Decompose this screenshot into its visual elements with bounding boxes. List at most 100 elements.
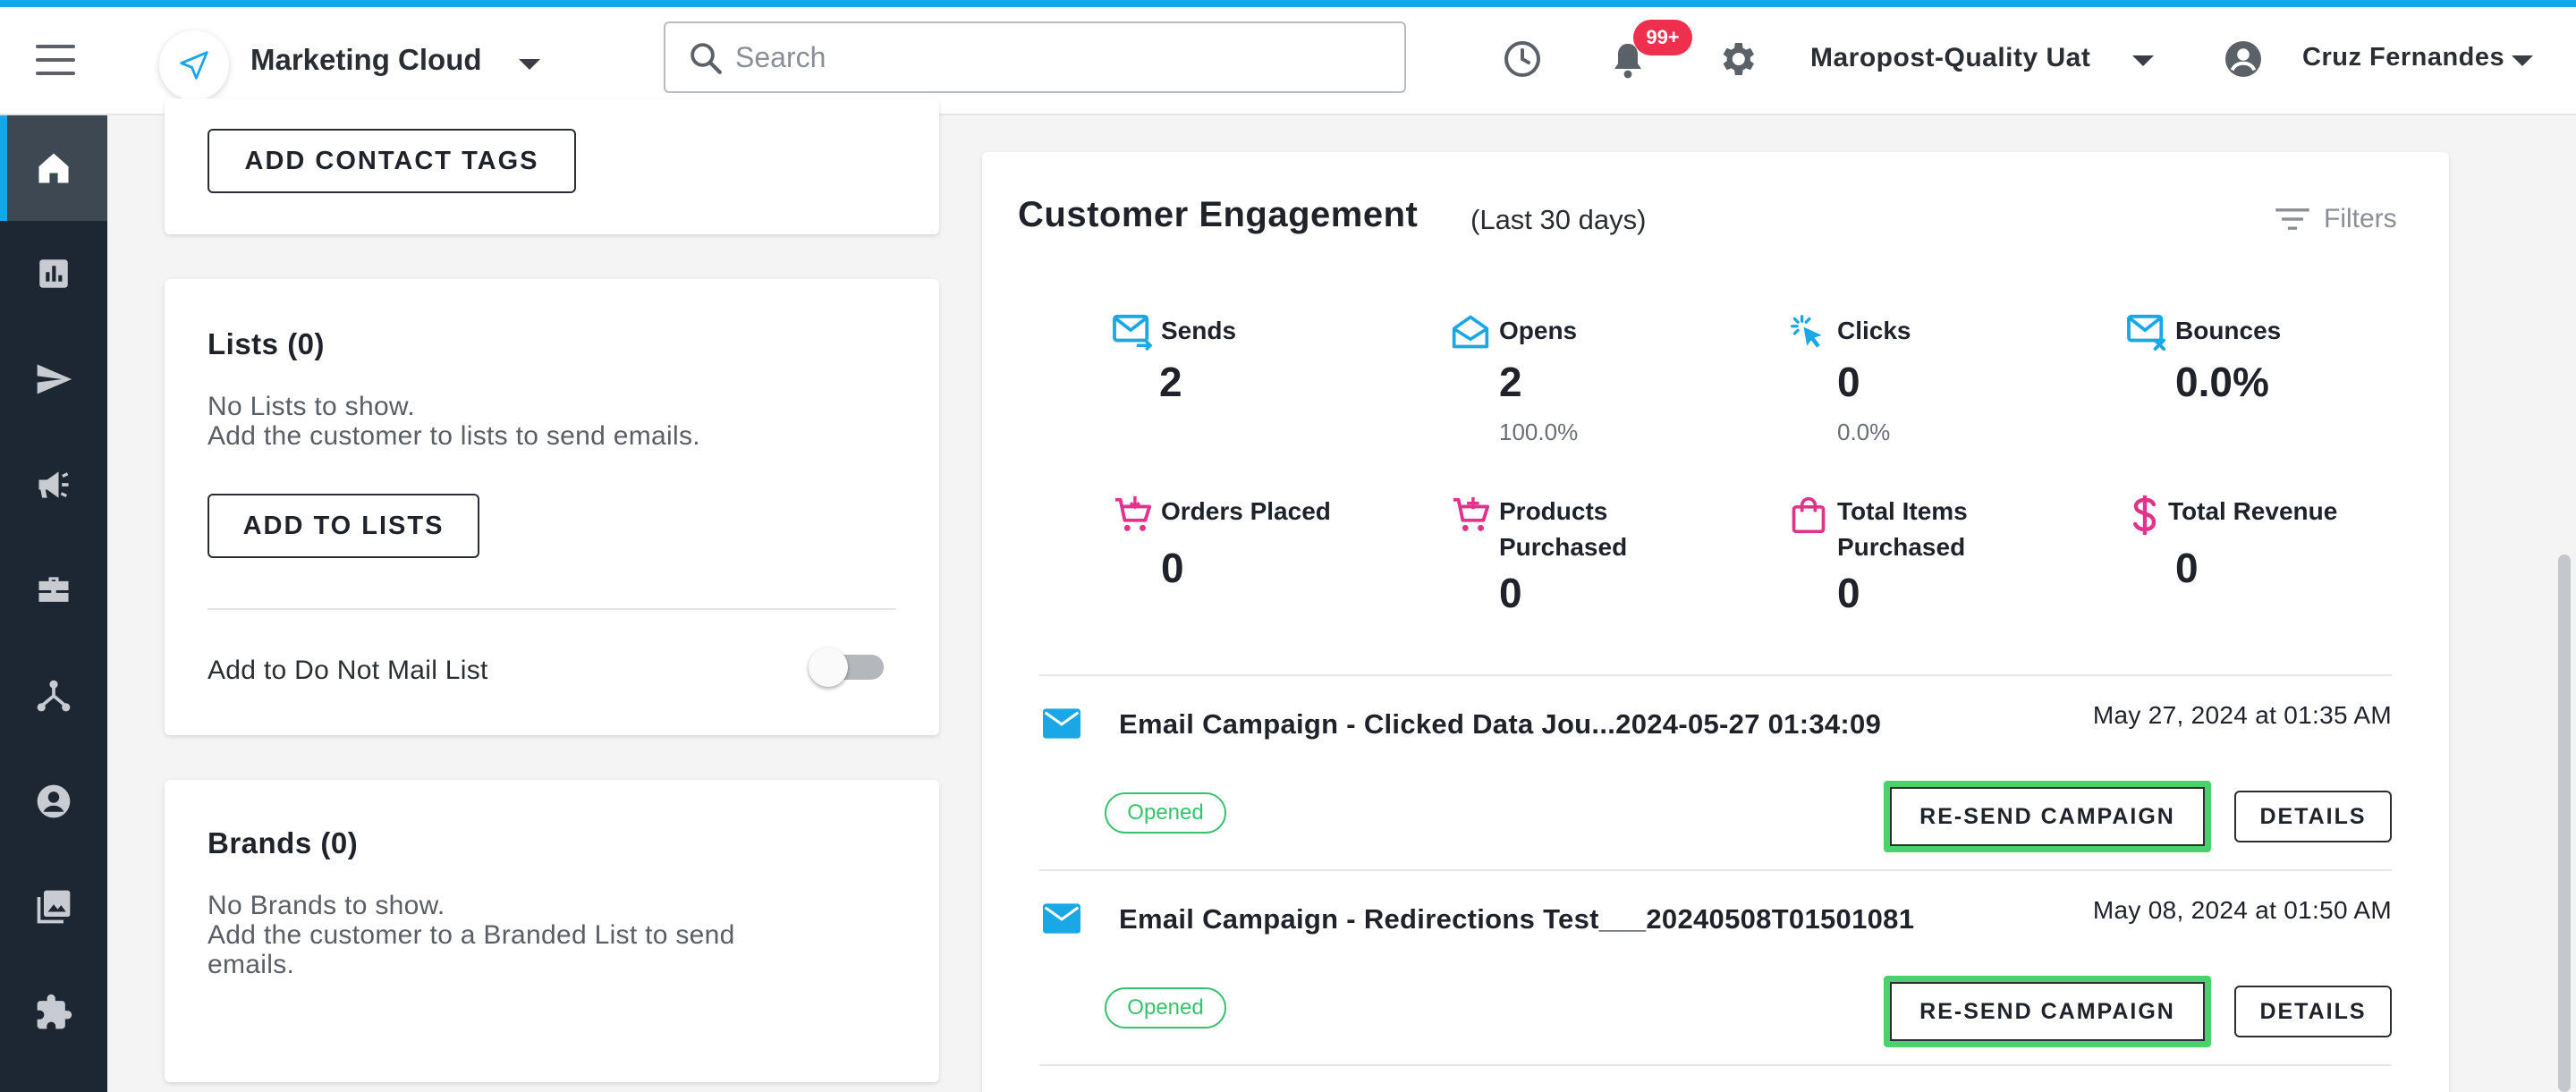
send-icon bbox=[37, 364, 72, 394]
metric-bounces-label: Bounces bbox=[2175, 317, 2282, 344]
resend-highlight: RE-SEND CAMPAIGN bbox=[1884, 781, 2211, 852]
do-not-mail-toggle-knob[interactable] bbox=[809, 648, 848, 687]
do-not-mail-label: Add to Do Not Mail List bbox=[208, 656, 488, 685]
metric-sends: Sends 2 bbox=[1113, 313, 1417, 456]
brands-empty-hint-continued: emails. bbox=[208, 950, 295, 979]
metric-clicks-label: Clicks bbox=[1837, 317, 1911, 344]
add-to-lists-button[interactable]: ADD TO LISTS bbox=[208, 494, 479, 558]
notification-count-badge[interactable]: 99+ bbox=[1633, 20, 1692, 55]
resend-campaign-button[interactable]: RE-SEND CAMPAIGN bbox=[1890, 787, 2205, 846]
sidebar-item-reports[interactable] bbox=[0, 221, 107, 326]
sidebar-item-send[interactable] bbox=[0, 326, 107, 432]
metric-clicks-rate: 0.0% bbox=[1837, 419, 1891, 445]
engagement-period: (Last 30 days) bbox=[1470, 204, 1647, 235]
sidebar-item-journeys[interactable] bbox=[0, 643, 107, 749]
metrics-divider bbox=[1039, 674, 2392, 676]
metric-products-purchased: Products Purchased 0 bbox=[1451, 494, 1755, 628]
extension-icon bbox=[37, 994, 72, 1029]
resend-highlight: RE-SEND CAMPAIGN bbox=[1884, 976, 2211, 1047]
cart-down-icon bbox=[1114, 495, 1152, 531]
contact-tags-card: ADD CONTACT TAGS bbox=[165, 98, 939, 234]
metric-orders-placed-label: Orders Placed bbox=[1161, 497, 1331, 525]
metric-total-items-label: Total Items Purchased bbox=[1837, 497, 1968, 561]
cart-add-icon bbox=[1453, 496, 1490, 531]
brands-empty-message: No Brands to show. bbox=[208, 891, 445, 920]
brands-empty-hint: Add the customer to a Branded List to se… bbox=[208, 920, 735, 950]
resend-campaign-button[interactable]: RE-SEND CAMPAIGN bbox=[1890, 982, 2205, 1041]
search-box[interactable] bbox=[664, 21, 1406, 93]
click-cursor-icon bbox=[1791, 315, 1822, 348]
metric-clicks: Clicks 0 0.0% bbox=[1789, 313, 2093, 456]
search-icon bbox=[691, 43, 722, 74]
contact-icon bbox=[37, 784, 71, 818]
metric-orders-placed: Orders Placed 0 bbox=[1113, 494, 1417, 628]
briefcase-icon bbox=[38, 577, 69, 602]
metric-opens-value: 2 bbox=[1499, 359, 1522, 405]
sidebar-nav bbox=[0, 115, 107, 1092]
campaign-divider bbox=[1039, 1064, 2392, 1066]
product-switcher-label[interactable]: Marketing Cloud bbox=[250, 43, 482, 77]
brands-card: Brands (0) No Brands to show. Add the cu… bbox=[165, 780, 939, 1082]
settings-gear-icon[interactable] bbox=[1716, 38, 1758, 80]
lists-divider bbox=[208, 608, 896, 610]
filters-button[interactable]: Filters bbox=[2274, 204, 2397, 234]
email-icon bbox=[1043, 903, 1080, 934]
sidebar-item-home[interactable] bbox=[0, 115, 107, 221]
details-button[interactable]: DETAILS bbox=[2234, 791, 2392, 842]
lists-title: Lists (0) bbox=[208, 327, 326, 360]
metric-clicks-value: 0 bbox=[1837, 359, 1860, 405]
sidebar-item-campaigns[interactable] bbox=[0, 432, 107, 538]
filter-lines-icon bbox=[2275, 208, 2309, 230]
search-input[interactable] bbox=[735, 36, 1379, 79]
user-menu-label[interactable]: Cruz Fernandes bbox=[2302, 43, 2504, 72]
chevron-down-icon[interactable] bbox=[2512, 55, 2533, 66]
metric-opens-rate: 100.0% bbox=[1499, 419, 1579, 445]
top-accent-bar bbox=[0, 0, 2576, 7]
page-scrollbar[interactable] bbox=[2558, 554, 2571, 1092]
reports-icon bbox=[39, 259, 68, 288]
account-switcher-label[interactable]: Maropost-Quality Uat bbox=[1810, 43, 2090, 73]
home-icon bbox=[38, 153, 69, 183]
lists-empty-message: No Lists to show. bbox=[208, 392, 415, 421]
lists-card: Lists (0) No Lists to show. Add the cust… bbox=[165, 279, 939, 735]
metric-bounces: Bounces 0.0% bbox=[2127, 313, 2431, 456]
campaign-status-badge: Opened bbox=[1105, 987, 1226, 1029]
app-logo[interactable] bbox=[159, 30, 229, 100]
media-icon bbox=[37, 890, 71, 924]
add-contact-tags-button[interactable]: ADD CONTACT TAGS bbox=[208, 129, 576, 193]
dollar-icon bbox=[2133, 495, 2157, 535]
chevron-down-icon[interactable] bbox=[2132, 55, 2154, 66]
sidebar-item-contacts[interactable] bbox=[0, 749, 107, 854]
details-button[interactable]: DETAILS bbox=[2234, 986, 2392, 1037]
metric-orders-placed-value: 0 bbox=[1161, 545, 1184, 591]
navigation-arrow-icon bbox=[180, 51, 208, 80]
campaign-date: May 27, 2024 at 01:35 AM bbox=[2092, 701, 2392, 729]
lists-empty-hint: Add the customer to lists to send emails… bbox=[208, 421, 700, 451]
metric-total-items-value: 0 bbox=[1837, 570, 1860, 616]
metric-total-revenue-value: 0 bbox=[2175, 545, 2199, 591]
email-send-icon bbox=[1113, 314, 1153, 351]
filters-label: Filters bbox=[2324, 204, 2397, 233]
email-open-icon bbox=[1452, 315, 1489, 349]
campaign-title[interactable]: Email Campaign - Clicked Data Jou...2024… bbox=[1119, 708, 1881, 741]
shopping-bag-icon bbox=[1792, 496, 1826, 534]
journey-icon bbox=[37, 680, 71, 712]
user-avatar-icon[interactable] bbox=[2222, 38, 2265, 80]
metric-opens-label: Opens bbox=[1499, 317, 1578, 344]
hamburger-menu-icon[interactable] bbox=[36, 45, 75, 75]
metric-total-revenue: Total Revenue 0 bbox=[2127, 494, 2431, 628]
sidebar-item-extensions[interactable] bbox=[0, 960, 107, 1065]
metric-sends-label: Sends bbox=[1161, 317, 1237, 344]
metric-bounces-value: 0.0% bbox=[2175, 359, 2269, 405]
sidebar-item-media[interactable] bbox=[0, 854, 107, 960]
engagement-title: Customer Engagement bbox=[1018, 195, 1419, 234]
history-clock-icon[interactable] bbox=[1501, 38, 1544, 80]
campaign-date: May 08, 2024 at 01:50 AM bbox=[2092, 896, 2392, 924]
sidebar-item-business[interactable] bbox=[0, 538, 107, 643]
metric-products-purchased-label: Products Purchased bbox=[1499, 497, 1628, 561]
metric-total-items-purchased: Total Items Purchased 0 bbox=[1789, 494, 2093, 628]
campaign-status-badge: Opened bbox=[1105, 792, 1226, 834]
campaign-title[interactable]: Email Campaign - Redirections Test___202… bbox=[1119, 903, 1914, 935]
chevron-down-icon[interactable] bbox=[519, 59, 540, 70]
campaign-divider bbox=[1039, 869, 2392, 871]
